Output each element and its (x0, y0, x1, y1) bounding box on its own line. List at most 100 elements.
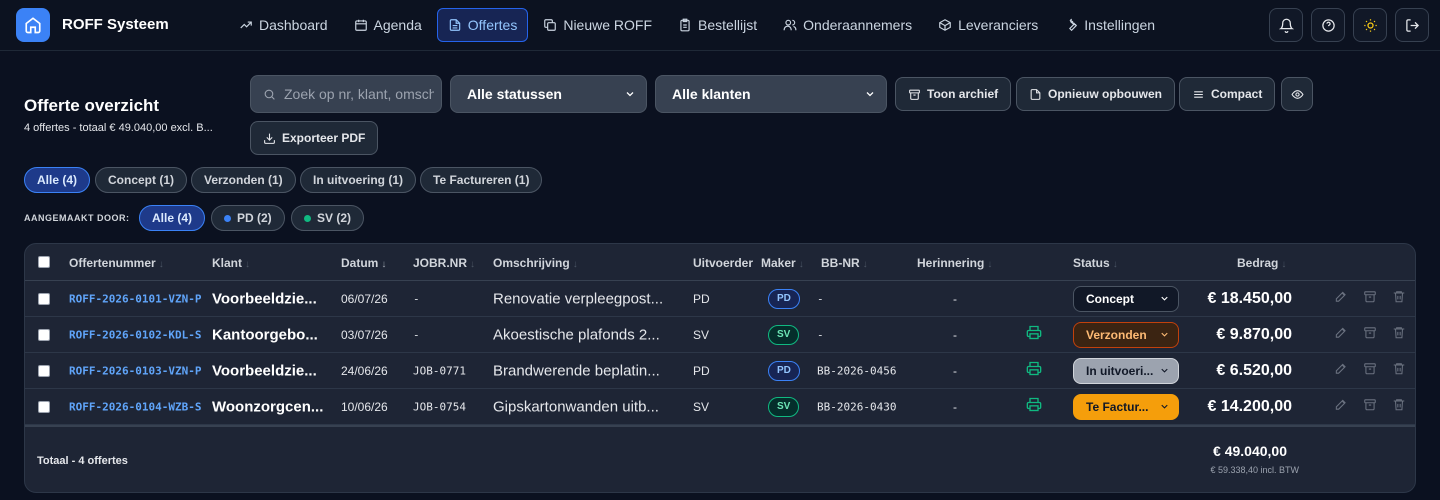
filter-pill-concept[interactable]: Concept (1) (95, 167, 187, 193)
download-icon (264, 133, 275, 144)
header-datum[interactable]: Datum ↓ (341, 256, 386, 270)
client-name: Woonzorgcen... (212, 398, 324, 415)
nav-item-agenda[interactable]: Agenda (343, 8, 433, 42)
filter-pill-in-uitvoering[interactable]: In uitvoering (1) (300, 167, 416, 193)
nav-item-nieuwe-roff[interactable]: Nieuwe ROFF (532, 8, 663, 42)
made-by-pill-pd[interactable]: PD (2) (211, 205, 285, 231)
header-herinnering[interactable]: Herinnering ↓ (917, 256, 992, 270)
reminder: - (953, 327, 957, 342)
bb-number: BB-2026-0456 (817, 364, 897, 377)
archive-button[interactable] (1363, 325, 1377, 344)
edit-button[interactable] (1334, 361, 1348, 380)
offerte-number-link[interactable]: ROFF-2026-0103-VZN-P (69, 364, 201, 377)
archive-icon (909, 89, 920, 100)
offerte-number-link[interactable]: ROFF-2026-0101-VZN-P (69, 292, 201, 305)
top-actions (1269, 8, 1429, 42)
offertes-table: Offertenummer ↓ Klant ↓ Datum ↓ JOBR.NR ↓ Om… (24, 243, 1416, 493)
select-all-checkbox[interactable] (38, 256, 50, 268)
offerte-number-link[interactable]: ROFF-2026-0104-WZB-S (69, 400, 201, 413)
table-row[interactable]: ROFF-2026-0101-VZN-P Voorbeeldzie... 06/07… (25, 281, 1415, 317)
print-button[interactable] (1026, 360, 1042, 381)
archive-icon (1364, 290, 1376, 302)
nav-item-onderaannemers[interactable]: Onderaannemers (772, 8, 923, 42)
bb-number: BB-2026-0430 (817, 400, 897, 413)
nav-item-bestellijst[interactable]: Bestellijst (667, 8, 768, 42)
delete-button[interactable] (1392, 397, 1406, 416)
table-row[interactable]: ROFF-2026-0104-WZB-S Woonzorgcen... 10/06/… (25, 389, 1415, 425)
executor: SV (693, 399, 710, 414)
compact-button[interactable]: Compact (1179, 77, 1276, 111)
archive-button[interactable] (1363, 397, 1377, 416)
executor: PD (693, 291, 710, 306)
header-omschrijving[interactable]: Omschrijving ↓ (493, 256, 578, 270)
archive-button[interactable] (1363, 289, 1377, 308)
show-archive-button[interactable]: Toon archief (895, 77, 1012, 111)
client-filter-select[interactable]: Alle klanten (655, 75, 887, 113)
header-bb-nr[interactable]: BB-NR ↓ (821, 256, 868, 270)
archive-icon (1364, 398, 1376, 410)
toggle-visibility-button[interactable] (1281, 77, 1313, 111)
delete-button[interactable] (1392, 361, 1406, 380)
export-pdf-button[interactable]: Exporteer PDF (250, 121, 379, 155)
printer-icon (1026, 397, 1042, 411)
amount: € 14.200,00 (1207, 397, 1292, 415)
search-box (250, 75, 442, 113)
header-bedrag[interactable]: Bedrag ↓ (1237, 256, 1286, 270)
status-filter-select[interactable]: Alle statussen (450, 75, 647, 113)
trash-icon (1393, 362, 1405, 374)
made-by-pill-sv[interactable]: SV (2) (291, 205, 365, 231)
reminder: - (953, 291, 957, 306)
table-row[interactable]: ROFF-2026-0102-KDL-S Kantoorgebo... 03/07/… (25, 317, 1415, 353)
delete-button[interactable] (1392, 289, 1406, 308)
header-maker[interactable]: Maker ↓ (761, 256, 804, 270)
eye-icon (1290, 89, 1304, 99)
date: 24/06/26 (341, 363, 388, 378)
header-klant[interactable]: Klant ↓ (212, 256, 250, 270)
edit-button[interactable] (1334, 325, 1348, 344)
nav-item-leveranciers[interactable]: Leveranciers (927, 8, 1049, 42)
nav-item-dashboard[interactable]: Dashboard (228, 8, 339, 42)
app-title: ROFF Systeem (62, 16, 169, 33)
client-name: Kantoorgebo... (212, 326, 318, 343)
sv-dot-icon (304, 214, 311, 222)
header-uitvoerder: Uitvoerder (693, 256, 754, 270)
edit-button[interactable] (1334, 289, 1348, 308)
made-by-pill-alle[interactable]: Alle (4) (139, 205, 206, 231)
amount: € 18.450,00 (1207, 289, 1292, 307)
nav-item-offertes[interactable]: Offertes (436, 8, 529, 42)
search-input[interactable] (284, 86, 434, 102)
row-checkbox[interactable] (38, 365, 50, 377)
rebuild-button[interactable]: Opnieuw opbouwen (1016, 77, 1175, 111)
reminder: - (953, 363, 957, 378)
printer-icon (1026, 361, 1042, 375)
job-number: JOB-0754 (413, 400, 466, 413)
logout-button[interactable] (1395, 8, 1429, 42)
header-offertenummer[interactable]: Offertenummer ↓ (69, 256, 164, 270)
home-logo-icon[interactable] (16, 8, 50, 42)
edit-button[interactable] (1334, 397, 1348, 416)
amount: € 6.520,00 (1216, 361, 1292, 379)
pencil-icon (1335, 399, 1346, 410)
nav-item-instellingen[interactable]: Instellingen (1053, 8, 1166, 42)
filter-pill-te-factureren[interactable]: Te Factureren (1) (420, 167, 543, 193)
print-button[interactable] (1026, 396, 1042, 417)
help-button[interactable] (1311, 8, 1345, 42)
archive-button[interactable] (1363, 361, 1377, 380)
notifications-button[interactable] (1269, 8, 1303, 42)
footer-incl-btw: € 59.338,40 incl. BTW (1210, 465, 1299, 475)
row-checkbox[interactable] (38, 401, 50, 413)
chevron-down-icon (626, 92, 634, 97)
filter-pill-alle[interactable]: Alle (4) (24, 167, 91, 193)
row-checkbox[interactable] (38, 329, 50, 341)
offerte-number-link[interactable]: ROFF-2026-0102-KDL-S (69, 328, 201, 341)
box-icon (939, 19, 951, 31)
header-status[interactable]: Status ↓ (1073, 256, 1118, 270)
print-button[interactable] (1026, 324, 1042, 345)
header-jobr-nr[interactable]: JOBR.NR ↓ (413, 256, 475, 270)
trending-up-icon (240, 21, 252, 29)
theme-toggle-button[interactable] (1353, 8, 1387, 42)
row-checkbox[interactable] (38, 293, 50, 305)
delete-button[interactable] (1392, 325, 1406, 344)
table-row[interactable]: ROFF-2026-0103-VZN-P Voorbeeldzie... 24/06… (25, 353, 1415, 389)
filter-pill-verzonden[interactable]: Verzonden (1) (191, 167, 296, 193)
